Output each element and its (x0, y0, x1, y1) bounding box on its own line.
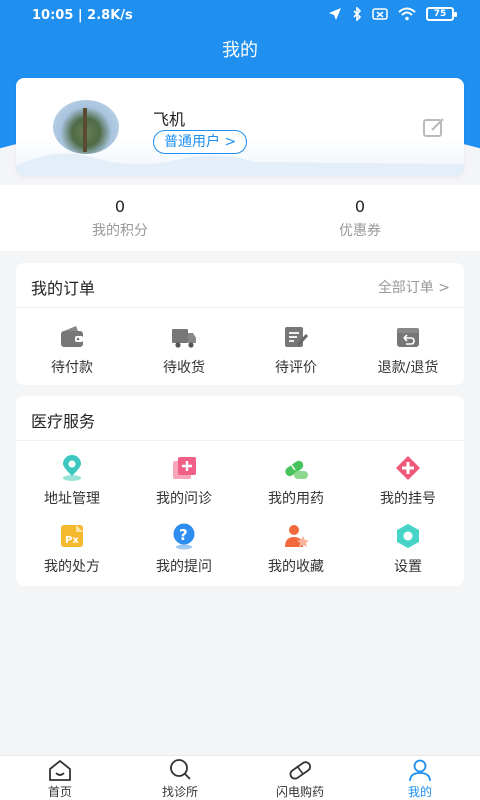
location-arrow-icon (329, 8, 341, 20)
user-level-badge[interactable]: 普通用户 > (153, 130, 248, 154)
pill-icon (285, 460, 308, 479)
service-item-label: 我的挂号 (380, 491, 436, 507)
review-icon (285, 327, 309, 347)
order-item-label: 待收货 (163, 360, 205, 376)
svg-text:?: ? (179, 526, 188, 544)
services-section: 医疗服务 地址管理 我的问诊 我的用药 我的挂号 Px 我的处方 ? 我的提问 … (16, 396, 464, 586)
service-address[interactable]: 地址管理 (16, 454, 128, 508)
service-item-label: 地址管理 (44, 491, 100, 507)
tab-label: 首页 (47, 785, 72, 799)
order-pending-receipt[interactable]: 待收货 (128, 323, 240, 377)
avatar[interactable] (53, 100, 119, 154)
order-item-label: 待付款 (51, 360, 93, 376)
refund-icon (397, 328, 419, 347)
question-icon: ? (173, 523, 195, 550)
chevron-right-icon: > (224, 134, 237, 150)
points-value: 0 (114, 197, 126, 216)
status-bar: 10:05 | 2.8K/s 75 (0, 0, 480, 32)
tab-find-clinic[interactable]: 找诊所 (120, 758, 240, 800)
tab-label: 我的 (407, 785, 432, 799)
services-header: 医疗服务 (16, 396, 464, 441)
service-favorites[interactable]: 我的收藏 (240, 522, 352, 576)
tab-home[interactable]: 首页 (0, 758, 120, 800)
points-stat[interactable]: 0 我的积分 (0, 197, 240, 240)
service-prescription[interactable]: Px 我的处方 (16, 522, 128, 576)
username: 飞机 (153, 110, 186, 129)
battery-icon: 75 (426, 7, 457, 21)
order-pending-payment[interactable]: 待付款 (16, 323, 128, 377)
coupons-value: 0 (354, 197, 366, 216)
service-registration[interactable]: 我的挂号 (352, 454, 464, 508)
tab-label: 找诊所 (161, 785, 198, 799)
search-icon (170, 759, 191, 780)
settings-icon (397, 524, 419, 548)
order-item-label: 待评价 (275, 360, 317, 376)
status-time: 10:05 | 2.8K/s (32, 8, 133, 23)
stats-bar: 0 我的积分 0 优惠券 (0, 185, 480, 251)
sim-icon (372, 8, 388, 20)
service-questions[interactable]: ? 我的提问 (128, 522, 240, 576)
location-icon (63, 455, 81, 481)
status-icons: 75 (328, 7, 457, 21)
service-consult[interactable]: 我的问诊 (128, 454, 240, 508)
page-title: 我的 (222, 40, 258, 61)
edit-icon[interactable] (422, 116, 446, 138)
bottom-tab-bar: 首页 找诊所 闪电购药 我的 (0, 755, 480, 800)
tab-label: 闪电购药 (275, 785, 324, 799)
register-icon (396, 456, 420, 480)
bluetooth-icon (353, 7, 362, 21)
svg-text:Px: Px (65, 535, 79, 546)
points-label: 我的积分 (92, 223, 148, 239)
order-item-label: 退款/退货 (377, 360, 439, 376)
service-item-label: 我的处方 (44, 559, 100, 575)
service-item-label: 我的提问 (156, 559, 212, 575)
profile-card[interactable]: 飞机 普通用户 > (16, 78, 464, 176)
services-title: 医疗服务 (31, 412, 96, 431)
user-level-label: 普通用户 (164, 134, 220, 150)
coupons-stat[interactable]: 0 优惠券 (240, 197, 480, 240)
prescription-icon: Px (61, 525, 83, 547)
orders-section: 我的订单 全部订单 > 待付款 待收货 待评价 退款/退货 (16, 263, 464, 385)
wallet-icon (61, 326, 83, 347)
coupons-label: 优惠券 (339, 223, 381, 239)
service-medication[interactable]: 我的用药 (240, 454, 352, 508)
order-pending-review[interactable]: 待评价 (240, 323, 352, 377)
chevron-right-icon: > (438, 280, 450, 296)
wifi-icon (398, 7, 416, 21)
all-orders-label: 全部订单 (377, 280, 434, 296)
order-refund[interactable]: 退款/退货 (352, 323, 464, 377)
tab-quick-medicine[interactable]: 闪电购药 (240, 758, 360, 800)
favorite-icon (285, 525, 309, 547)
service-settings[interactable]: 设置 (352, 522, 464, 576)
tab-mine[interactable]: 我的 (360, 758, 480, 800)
person-icon (409, 759, 431, 782)
orders-header: 我的订单 全部订单 > (16, 263, 464, 308)
orders-title: 我的订单 (31, 279, 96, 298)
service-item-label: 我的用药 (268, 491, 324, 507)
truck-icon (172, 329, 196, 348)
capsule-icon (289, 761, 312, 780)
all-orders-link[interactable]: 全部订单 > (378, 277, 450, 297)
consult-icon (173, 457, 196, 479)
home-icon (49, 759, 71, 781)
service-item-label: 设置 (394, 559, 422, 575)
service-item-label: 我的问诊 (156, 491, 212, 507)
service-item-label: 我的收藏 (268, 559, 324, 575)
